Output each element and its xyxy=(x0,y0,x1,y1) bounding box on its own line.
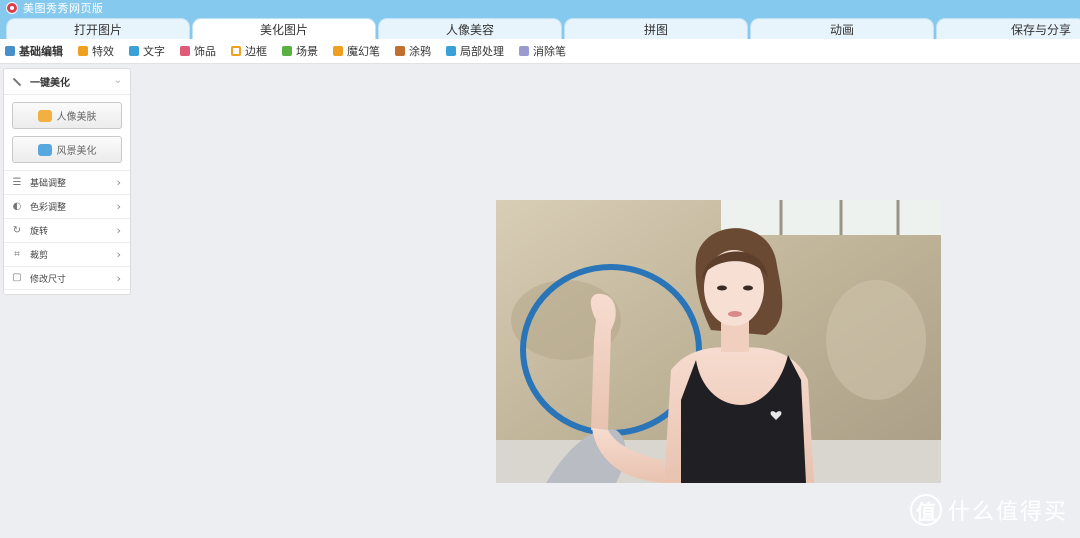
edit-icon xyxy=(5,46,15,56)
resize-item[interactable]: ▢ 修改尺寸 › xyxy=(4,266,130,290)
watermark-text: 什么值得买 xyxy=(948,500,1069,525)
scene-icon xyxy=(282,46,292,56)
button-label: 风景美化 xyxy=(56,146,97,157)
site-watermark: 值 什么值得买 xyxy=(910,494,1068,526)
frame-icon xyxy=(231,46,241,56)
tool-label: 特效 xyxy=(92,45,114,58)
tab-save-share[interactable]: 保存与分享 xyxy=(936,18,1080,39)
item-label: 裁剪 xyxy=(30,251,49,261)
tool-bar: 基础编辑 特效 文字 饰品 边框 场景 魔幻笔 涂鸦 局部处理 消除笔 xyxy=(0,39,1080,64)
tool-label: 场景 xyxy=(296,45,318,58)
tool-scene[interactable]: 场景 xyxy=(282,43,318,59)
app-logo-icon xyxy=(6,2,18,14)
tool-label: 文字 xyxy=(143,45,165,58)
chevron-right-icon: › xyxy=(116,248,121,261)
tab-portrait[interactable]: 人像美容 xyxy=(378,18,562,39)
tool-magic-pen[interactable]: 魔幻笔 xyxy=(333,43,380,59)
rotate-icon: ↻ xyxy=(12,224,22,236)
resize-icon: ▢ xyxy=(12,272,22,283)
beautify-panel: 一键美化 ⌄ 人像美肤 风景美化 ☰ 基础调整 › ◐ 色彩调整 › ↻ 旋转 … xyxy=(3,68,131,295)
photo-illustration xyxy=(496,200,941,483)
tool-label: 魔幻笔 xyxy=(347,45,380,58)
tool-label: 饰品 xyxy=(194,45,216,58)
tool-eraser[interactable]: 消除笔 xyxy=(519,43,566,59)
item-label: 基础调整 xyxy=(30,179,67,189)
tool-accessory[interactable]: 饰品 xyxy=(180,43,216,59)
item-label: 旋转 xyxy=(30,227,49,237)
portrait-beautify-button[interactable]: 人像美肤 xyxy=(12,102,122,129)
palette-icon: ◐ xyxy=(12,200,22,212)
tab-beautify[interactable]: 美化图片 xyxy=(192,18,376,39)
item-label: 修改尺寸 xyxy=(30,274,67,285)
doodle-icon xyxy=(395,46,405,56)
text-icon xyxy=(129,46,139,56)
magic-wand-icon xyxy=(12,77,22,87)
accessory-icon xyxy=(180,46,190,56)
effects-icon xyxy=(78,46,88,56)
tool-label: 局部处理 xyxy=(460,45,504,58)
landscape-icon xyxy=(37,143,52,156)
title-bar: 美图秀秀网页版 xyxy=(0,0,1080,16)
tool-label: 基础编辑 xyxy=(19,45,63,58)
portrait-icon xyxy=(37,109,52,122)
chevron-right-icon: › xyxy=(116,200,121,213)
local-edit-icon xyxy=(446,46,456,56)
tool-local-edit[interactable]: 局部处理 xyxy=(446,43,504,59)
tool-frame[interactable]: 边框 xyxy=(231,43,267,59)
tab-open-image[interactable]: 打开图片 xyxy=(6,18,190,39)
edited-photo xyxy=(496,200,941,483)
crop-icon: ⌗ xyxy=(14,248,20,260)
tab-animation[interactable]: 动画 xyxy=(750,18,934,39)
basic-adjust-item[interactable]: ☰ 基础调整 › xyxy=(4,170,130,194)
landscape-beautify-button[interactable]: 风景美化 xyxy=(12,136,122,163)
watermark-logo-icon: 值 xyxy=(910,494,942,526)
main-tab-bar: 打开图片 美化图片 人像美容 拼图 动画 保存与分享 xyxy=(0,16,1080,39)
chevron-down-icon: ⌄ xyxy=(113,75,122,86)
color-adjust-item[interactable]: ◐ 色彩调整 › xyxy=(4,194,130,218)
rotate-item[interactable]: ↻ 旋转 › xyxy=(4,218,130,242)
tool-label: 消除笔 xyxy=(533,45,566,58)
sliders-icon: ☰ xyxy=(12,176,22,188)
tool-text[interactable]: 文字 xyxy=(129,43,165,59)
crop-item[interactable]: ⌗ 裁剪 › xyxy=(4,242,130,266)
tool-effects[interactable]: 特效 xyxy=(78,43,114,59)
tab-collage[interactable]: 拼图 xyxy=(564,18,748,39)
chevron-right-icon: › xyxy=(116,176,121,189)
eraser-icon xyxy=(519,46,529,56)
tool-basic-edit[interactable]: 基础编辑 xyxy=(5,43,63,59)
chevron-right-icon: › xyxy=(116,271,121,285)
tool-doodle[interactable]: 涂鸦 xyxy=(395,43,431,59)
button-label: 人像美肤 xyxy=(56,112,97,123)
magic-pen-icon xyxy=(333,46,343,56)
one-click-beautify-header[interactable]: 一键美化 ⌄ xyxy=(4,69,130,95)
tool-label: 涂鸦 xyxy=(409,45,431,58)
chevron-right-icon: › xyxy=(116,224,121,237)
panel-title: 一键美化 xyxy=(30,78,70,89)
item-label: 色彩调整 xyxy=(30,203,67,213)
tool-label: 边框 xyxy=(245,45,267,58)
app-title: 美图秀秀网页版 xyxy=(23,2,104,15)
